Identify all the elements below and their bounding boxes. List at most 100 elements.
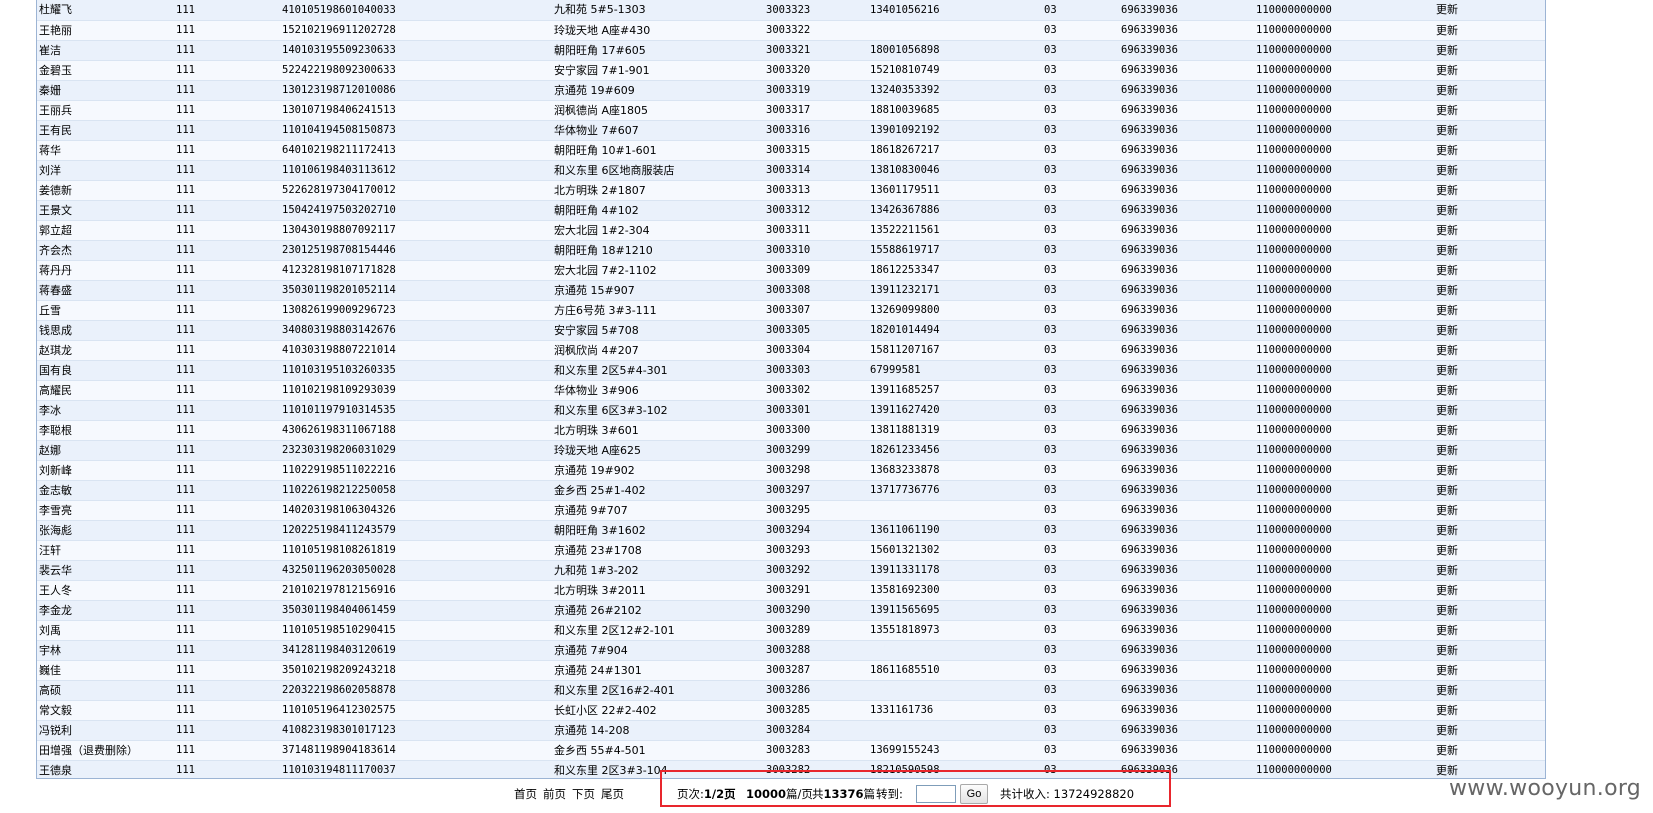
update-link[interactable]: 更新 bbox=[1434, 460, 1545, 481]
cell-record-id: 3003322 bbox=[764, 20, 868, 41]
cell-name: 宇林 bbox=[37, 640, 174, 661]
cell-record-id: 3003323 bbox=[764, 0, 868, 21]
cell-phone: 13611061190 bbox=[868, 520, 1042, 541]
table-row: 李冰 111 110101197910314535 和义东里 6区3#3-102 300… bbox=[37, 400, 1545, 421]
update-link[interactable]: 更新 bbox=[1434, 340, 1545, 361]
table-row: 国有良 111 110103195103260335 和义东里 2区5#4-301 30… bbox=[37, 360, 1545, 381]
update-link[interactable]: 更新 bbox=[1434, 280, 1545, 301]
cell-code: 111 bbox=[174, 720, 280, 741]
cell-area-code: 03 bbox=[1042, 480, 1119, 501]
total-unit: 篇 bbox=[863, 787, 876, 801]
cell-account: 696339036 bbox=[1119, 600, 1254, 621]
table-row: 王德泉 111 110103194811170037 和义东里 2区3#3-104 30… bbox=[37, 760, 1545, 778]
total-info: 共13376篇 bbox=[812, 784, 875, 804]
prev-page-link[interactable]: 前页 bbox=[543, 784, 566, 804]
update-link[interactable]: 更新 bbox=[1434, 100, 1545, 121]
cell-id-number: 371481198904183614 bbox=[280, 740, 552, 761]
update-link[interactable]: 更新 bbox=[1434, 700, 1545, 721]
cell-id-number: 110102198109293039 bbox=[280, 380, 552, 401]
update-link[interactable]: 更新 bbox=[1434, 500, 1545, 521]
cell-area-code: 03 bbox=[1042, 400, 1119, 421]
cell-account: 696339036 bbox=[1119, 680, 1254, 701]
cell-phone: 13269099800 bbox=[868, 300, 1042, 321]
cell-phone: 13522211561 bbox=[868, 220, 1042, 241]
update-link[interactable]: 更新 bbox=[1434, 380, 1545, 401]
cell-account-number: 110000000000 bbox=[1254, 160, 1434, 181]
next-page-link[interactable]: 下页 bbox=[572, 784, 595, 804]
total-value: 13376 bbox=[823, 787, 864, 801]
cell-code: 111 bbox=[174, 180, 280, 201]
update-link[interactable]: 更新 bbox=[1434, 540, 1545, 561]
cell-account: 696339036 bbox=[1119, 180, 1254, 201]
update-link[interactable]: 更新 bbox=[1434, 480, 1545, 501]
update-link[interactable]: 更新 bbox=[1434, 40, 1545, 61]
update-link[interactable]: 更新 bbox=[1434, 600, 1545, 621]
cell-account: 696339036 bbox=[1119, 380, 1254, 401]
update-link[interactable]: 更新 bbox=[1434, 200, 1545, 221]
update-link[interactable]: 更新 bbox=[1434, 0, 1545, 21]
cell-id-number: 432501196203050028 bbox=[280, 560, 552, 581]
cell-id-number: 110105198510290415 bbox=[280, 620, 552, 641]
cell-code: 111 bbox=[174, 140, 280, 161]
cell-account: 696339036 bbox=[1119, 300, 1254, 321]
cell-area-code: 03 bbox=[1042, 20, 1119, 41]
update-link[interactable]: 更新 bbox=[1434, 80, 1545, 101]
update-link[interactable]: 更新 bbox=[1434, 520, 1545, 541]
cell-account-number: 110000000000 bbox=[1254, 180, 1434, 201]
cell-id-number: 410303198807221014 bbox=[280, 340, 552, 361]
update-link[interactable]: 更新 bbox=[1434, 60, 1545, 81]
update-link[interactable]: 更新 bbox=[1434, 440, 1545, 461]
update-link[interactable]: 更新 bbox=[1434, 360, 1545, 381]
update-link[interactable]: 更新 bbox=[1434, 660, 1545, 681]
cell-code: 111 bbox=[174, 660, 280, 681]
cell-id-number: 350102198209243218 bbox=[280, 660, 552, 681]
cell-name: 常文毅 bbox=[37, 700, 174, 721]
update-link[interactable]: 更新 bbox=[1434, 740, 1545, 761]
cell-record-id: 3003298 bbox=[764, 460, 868, 481]
update-link[interactable]: 更新 bbox=[1434, 180, 1545, 201]
goto-page-input[interactable] bbox=[916, 785, 956, 803]
update-link[interactable]: 更新 bbox=[1434, 260, 1545, 281]
cell-code: 111 bbox=[174, 280, 280, 301]
update-link[interactable]: 更新 bbox=[1434, 240, 1545, 261]
update-link[interactable]: 更新 bbox=[1434, 220, 1545, 241]
first-page-link[interactable]: 首页 bbox=[514, 784, 537, 804]
update-link[interactable]: 更新 bbox=[1434, 140, 1545, 161]
cell-code: 111 bbox=[174, 740, 280, 761]
go-button[interactable]: Go bbox=[960, 784, 988, 804]
cell-account-number: 110000000000 bbox=[1254, 760, 1434, 778]
update-link[interactable]: 更新 bbox=[1434, 640, 1545, 661]
update-link[interactable]: 更新 bbox=[1434, 120, 1545, 141]
update-link[interactable]: 更新 bbox=[1434, 680, 1545, 701]
update-link[interactable]: 更新 bbox=[1434, 20, 1545, 41]
cell-area-code: 03 bbox=[1042, 60, 1119, 81]
cell-area-code: 03 bbox=[1042, 180, 1119, 201]
last-page-link[interactable]: 尾页 bbox=[601, 784, 624, 804]
cell-code: 111 bbox=[174, 460, 280, 481]
table-row: 李金龙 111 350301198404061459 京通苑 26#2102 30032… bbox=[37, 600, 1545, 621]
table-row: 钱思成 111 340803198803142676 安宁家园 5#708 300330… bbox=[37, 320, 1545, 341]
cell-area-code: 03 bbox=[1042, 0, 1119, 21]
records-table: 杜耀飞 111 410105198601040033 九和苑 5#5-1303 3003… bbox=[37, 0, 1545, 778]
update-link[interactable]: 更新 bbox=[1434, 620, 1545, 641]
update-link[interactable]: 更新 bbox=[1434, 400, 1545, 421]
update-link[interactable]: 更新 bbox=[1434, 560, 1545, 581]
update-link[interactable]: 更新 bbox=[1434, 420, 1545, 441]
cell-address: 京通苑 7#904 bbox=[552, 640, 764, 661]
update-link[interactable]: 更新 bbox=[1434, 160, 1545, 181]
cell-account: 696339036 bbox=[1119, 160, 1254, 181]
income-value: 13724928820 bbox=[1053, 787, 1135, 801]
cell-name: 李冰 bbox=[37, 400, 174, 421]
update-link[interactable]: 更新 bbox=[1434, 320, 1545, 341]
update-link[interactable]: 更新 bbox=[1434, 580, 1545, 601]
table-row: 丘雪 111 130826199009296723 方庄6号苑 3#3-111 3003… bbox=[37, 300, 1545, 321]
cell-record-id: 3003301 bbox=[764, 400, 868, 421]
cell-address: 长虹小区 22#2-402 bbox=[552, 700, 764, 721]
update-link[interactable]: 更新 bbox=[1434, 720, 1545, 741]
cell-record-id: 3003303 bbox=[764, 360, 868, 381]
cell-account-number: 110000000000 bbox=[1254, 720, 1434, 741]
cell-account-number: 110000000000 bbox=[1254, 40, 1434, 61]
update-link[interactable]: 更新 bbox=[1434, 300, 1545, 321]
cell-record-id: 3003320 bbox=[764, 60, 868, 81]
cell-name: 王有民 bbox=[37, 120, 174, 141]
